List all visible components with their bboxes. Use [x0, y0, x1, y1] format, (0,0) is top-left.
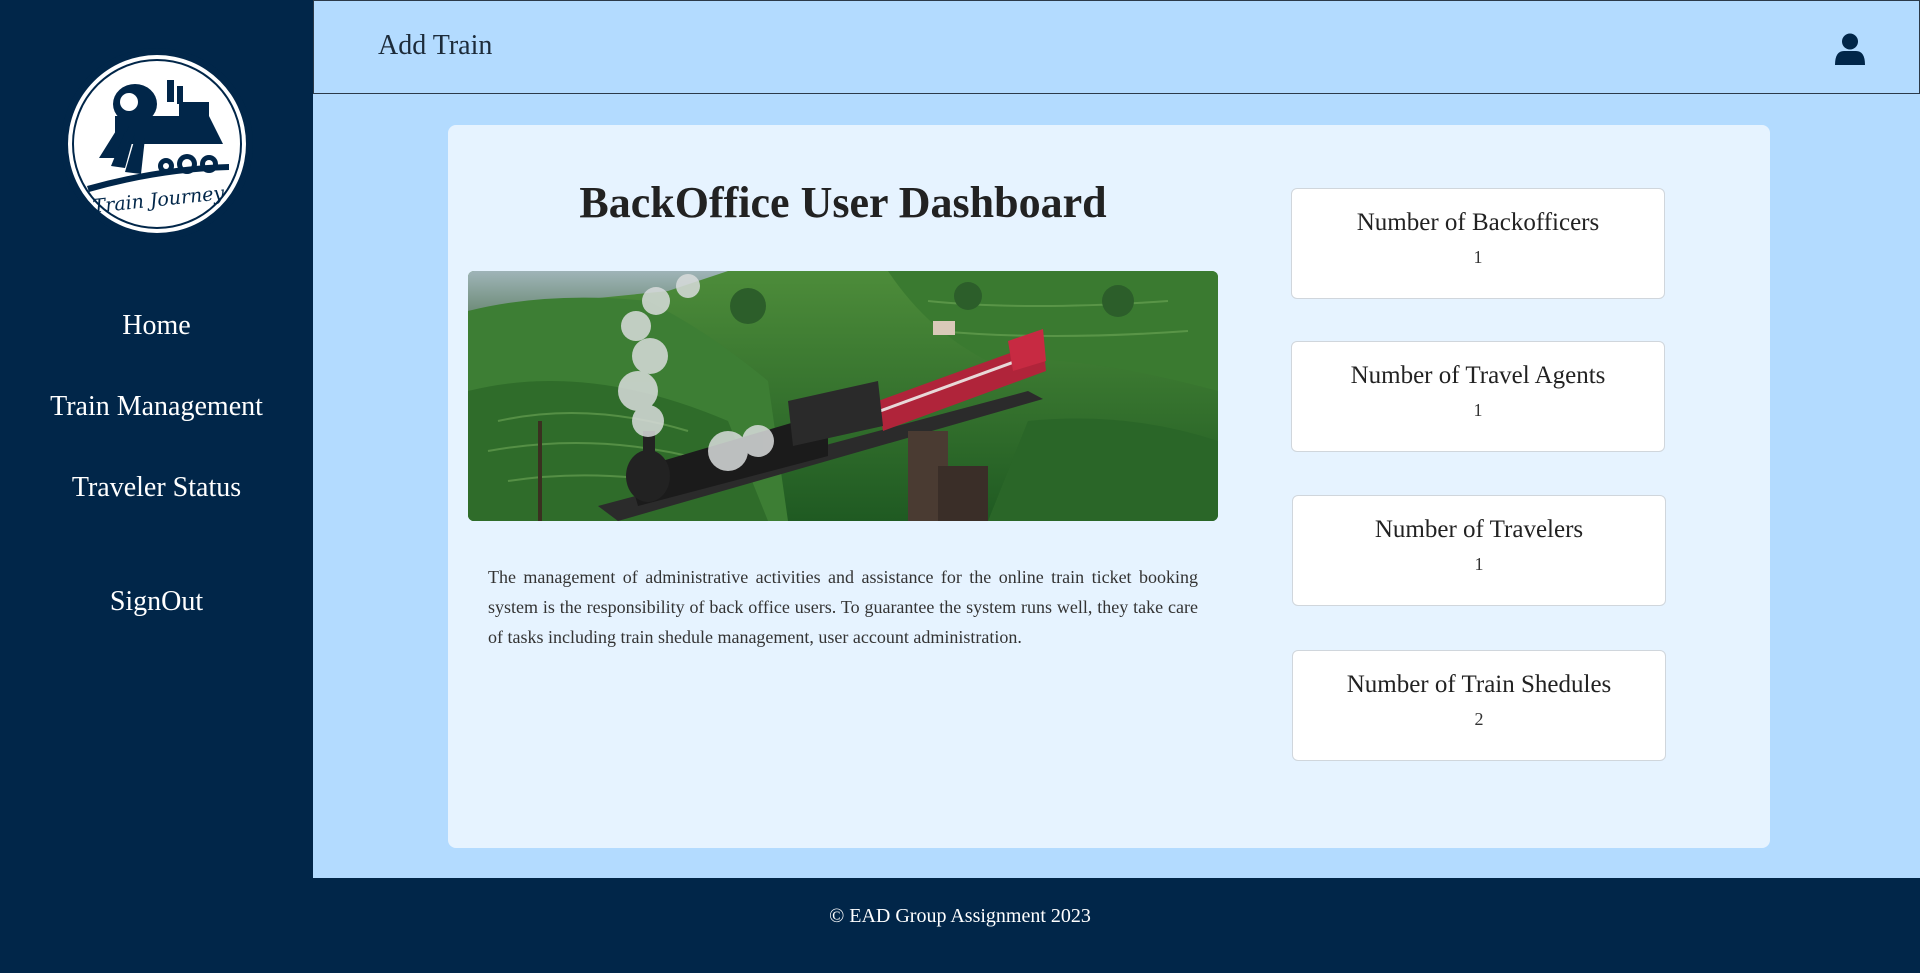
- stat-label: Number of Travelers: [1374, 516, 1584, 543]
- stat-value: 2: [1474, 709, 1484, 729]
- nav-signout[interactable]: SignOut: [0, 586, 313, 618]
- stat-value: 1: [1473, 247, 1483, 267]
- nav-home[interactable]: Home: [0, 310, 313, 342]
- stat-value: 1: [1473, 400, 1483, 420]
- stat-card-travel-agents: Number of Travel Agents 1: [1291, 341, 1665, 452]
- stat-label: Number of Backofficers: [1356, 209, 1600, 236]
- footer-copyright: © EAD Group Assignment 2023: [829, 905, 1091, 927]
- main-content: BackOffice User Dashboard The management…: [313, 94, 1920, 879]
- stat-card-travelers: Number of Travelers 1: [1292, 495, 1666, 606]
- stat-card-train-shedules: Number of Train Shedules 2: [1292, 650, 1666, 761]
- nav-traveler-status[interactable]: Traveler Status: [0, 472, 313, 504]
- train-journey-logo[interactable]: Train Journey: [59, 46, 255, 242]
- header: Add Train: [313, 0, 1920, 94]
- page-title: BackOffice User Dashboard: [579, 178, 1107, 227]
- nav-train-management[interactable]: Train Management: [0, 391, 313, 423]
- stat-value: 1: [1474, 554, 1484, 574]
- footer: © EAD Group Assignment 2023: [0, 878, 1920, 973]
- hero-train-image: [468, 271, 1218, 521]
- add-train-link[interactable]: Add Train: [378, 30, 492, 62]
- user-icon[interactable]: [1835, 33, 1865, 65]
- stat-label: Number of Travel Agents: [1350, 362, 1606, 389]
- dashboard-description: The management of administrative activit…: [488, 567, 1198, 647]
- sidebar: Train Journey Home Train Management Trav…: [0, 0, 313, 878]
- stat-label: Number of Train Shedules: [1346, 671, 1612, 698]
- stat-card-backofficers: Number of Backofficers 1: [1291, 188, 1665, 299]
- dashboard-card: BackOffice User Dashboard The management…: [448, 125, 1770, 848]
